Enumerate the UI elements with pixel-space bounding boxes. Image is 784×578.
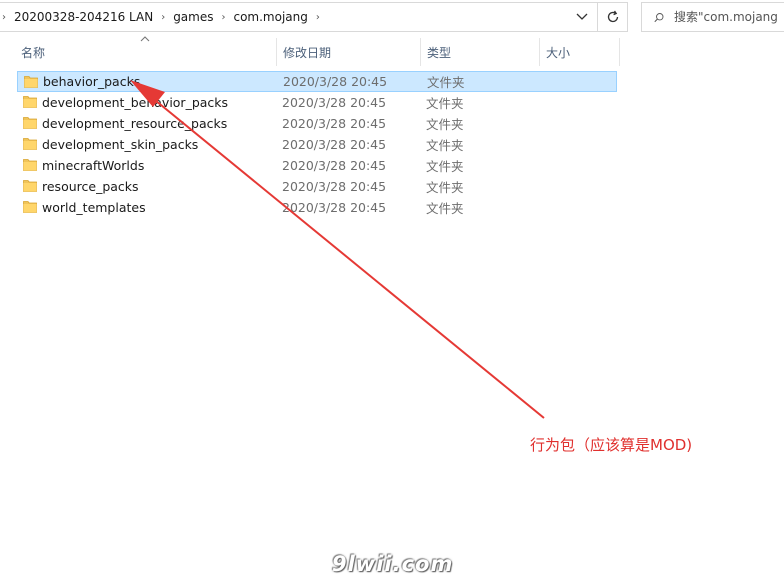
search-box[interactable]: [641, 2, 784, 32]
file-date: 2020/3/28 20:45: [282, 95, 387, 110]
file-name: world_templates: [42, 200, 146, 215]
folder-icon: [23, 180, 37, 192]
file-row[interactable]: minecraftWorlds 2020/3/28 20:45 文件夹: [17, 155, 617, 176]
chevron-right-icon[interactable]: ›: [214, 12, 232, 23]
file-row[interactable]: resource_packs 2020/3/28 20:45 文件夹: [17, 176, 617, 197]
file-type: 文件夹: [426, 96, 464, 111]
file-name: resource_packs: [42, 179, 139, 194]
column-header-size[interactable]: 大小: [540, 38, 620, 66]
file-date: 2020/3/28 20:45: [282, 158, 387, 173]
folder-icon: [23, 138, 37, 150]
file-date: 2020/3/28 20:45: [282, 116, 387, 131]
chevron-right-icon[interactable]: ›: [309, 12, 327, 23]
file-type: 文件夹: [426, 180, 464, 195]
breadcrumb-item-com-mojang[interactable]: com.mojang: [232, 8, 308, 26]
folder-icon: [23, 117, 37, 129]
breadcrumb: › 20200328-204216 LAN › games › com.moja…: [0, 3, 567, 31]
file-type: 文件夹: [426, 201, 464, 216]
folder-icon: [23, 159, 37, 171]
column-header-size-label: 大小: [546, 45, 571, 60]
file-explorer-window: › 20200328-204216 LAN › games › com.moja…: [0, 0, 784, 578]
folder-icon: [24, 76, 38, 88]
file-date: 2020/3/28 20:45: [282, 200, 387, 215]
chevron-right-icon[interactable]: ›: [0, 12, 13, 23]
file-name: development_behavior_packs: [42, 95, 229, 110]
file-row[interactable]: development_behavior_packs 2020/3/28 20:4…: [17, 92, 617, 113]
file-type: 文件夹: [427, 75, 465, 90]
file-row[interactable]: development_resource_packs 2020/3/28 20:4…: [17, 113, 617, 134]
file-list: behavior_packs 2020/3/28 20:45 文件夹 developm…: [17, 71, 617, 218]
search-icon: [654, 12, 664, 22]
annotation-label: 行为包（应该算是MOD): [530, 436, 693, 454]
file-date: 2020/3/28 20:45: [283, 74, 388, 89]
file-name: behavior_packs: [43, 74, 141, 89]
column-header-date[interactable]: 修改日期: [277, 38, 421, 66]
column-header-name[interactable]: 名称: [15, 38, 277, 66]
breadcrumb-item-lan[interactable]: 20200328-204216 LAN: [13, 8, 154, 26]
folder-icon: [23, 201, 37, 213]
chevron-right-icon[interactable]: ›: [154, 12, 172, 23]
file-date: 2020/3/28 20:45: [282, 137, 387, 152]
file-name: development_skin_packs: [42, 137, 199, 152]
file-type: 文件夹: [426, 117, 464, 132]
chevron-down-icon: [576, 13, 588, 20]
address-history-dropdown[interactable]: [567, 3, 597, 31]
search-input[interactable]: [674, 10, 784, 24]
file-name: minecraftWorlds: [42, 158, 145, 173]
folder-icon: [23, 96, 37, 108]
breadcrumb-item-games[interactable]: games: [172, 8, 214, 26]
column-header-name-label: 名称: [21, 45, 46, 60]
file-row[interactable]: development_skin_packs 2020/3/28 20:45 文件夹: [17, 134, 617, 155]
file-row[interactable]: world_templates 2020/3/28 20:45 文件夹: [17, 197, 617, 218]
file-name: development_resource_packs: [42, 116, 228, 131]
refresh-icon: [607, 10, 618, 23]
refresh-button[interactable]: [598, 2, 628, 32]
file-date: 2020/3/28 20:45: [282, 179, 387, 194]
column-header-type[interactable]: 类型: [421, 38, 540, 66]
file-row[interactable]: behavior_packs 2020/3/28 20:45 文件夹: [17, 71, 617, 92]
file-type: 文件夹: [426, 159, 464, 174]
column-header-type-label: 类型: [427, 45, 452, 60]
column-header-row: 名称 修改日期 类型 大小: [0, 36, 620, 66]
watermark: 9lwii.com: [332, 552, 454, 576]
address-bar[interactable]: › 20200328-204216 LAN › games › com.moja…: [0, 2, 598, 32]
file-type: 文件夹: [426, 138, 464, 153]
column-header-date-label: 修改日期: [283, 45, 332, 60]
